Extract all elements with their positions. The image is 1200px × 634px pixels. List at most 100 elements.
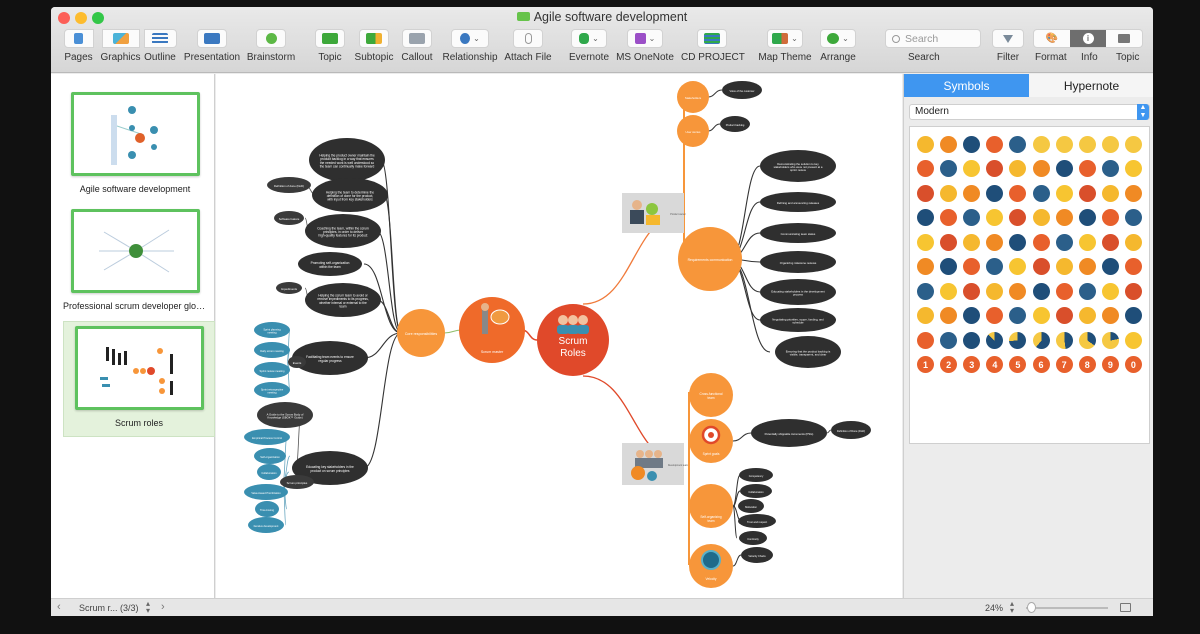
- star-icon[interactable]: [963, 184, 981, 202]
- hourglass-icon[interactable]: [940, 135, 958, 153]
- chat-icon[interactable]: [940, 184, 958, 202]
- relationship-button[interactable]: ⌄ Relationship: [441, 29, 499, 71]
- flag-icon[interactable]: [1032, 307, 1050, 325]
- 8-icon[interactable]: 8: [1078, 356, 1096, 374]
- 4-icon[interactable]: 4: [986, 356, 1004, 374]
- pie-heart-icon[interactable]: [1124, 160, 1142, 178]
- info-tab[interactable]: i: [1070, 30, 1106, 47]
- page-thumbnail-1[interactable]: Agile software development: [63, 92, 207, 202]
- man-icon[interactable]: [1124, 282, 1142, 300]
- bar-chart-3-icon[interactable]: [963, 160, 981, 178]
- folder-icon[interactable]: [986, 233, 1004, 251]
- subtopic-button[interactable]: Subtopic: [353, 29, 395, 71]
- done-icon[interactable]: [1124, 331, 1142, 349]
- lightning-icon[interactable]: [1032, 184, 1050, 202]
- keyboard-icon[interactable]: [1124, 233, 1142, 251]
- lock-icon[interactable]: [917, 233, 935, 251]
- info-icon[interactable]: [940, 307, 958, 325]
- record-icon[interactable]: [1032, 258, 1050, 276]
- pin-blue-icon[interactable]: [986, 209, 1004, 227]
- edit-icon[interactable]: [1009, 233, 1027, 251]
- evernote-button[interactable]: ⌄ Evernote: [567, 29, 611, 71]
- pie-62-icon[interactable]: [1009, 331, 1027, 349]
- camera-icon[interactable]: [986, 307, 1004, 325]
- tree-icon[interactable]: [1078, 258, 1096, 276]
- pause-icon[interactable]: [1032, 233, 1050, 251]
- cross-icon[interactable]: [1009, 135, 1027, 153]
- pin-orange-icon[interactable]: [1055, 209, 1073, 227]
- alarm-clock-icon[interactable]: [963, 135, 981, 153]
- user-icon[interactable]: [917, 307, 935, 325]
- runner-icon[interactable]: [1101, 307, 1119, 325]
- handshake-icon[interactable]: [1055, 258, 1073, 276]
- 5-icon[interactable]: 5: [1009, 356, 1027, 374]
- earth-icon[interactable]: [1124, 258, 1142, 276]
- magnifier-chart-icon[interactable]: [986, 160, 1004, 178]
- symbol-set-select[interactable]: Modern ▲ ▼: [909, 104, 1150, 120]
- pin-purple-icon[interactable]: [1032, 209, 1050, 227]
- pin-brown-icon[interactable]: [963, 209, 981, 227]
- 9-icon[interactable]: 9: [1101, 356, 1119, 374]
- previous-page-button[interactable]: ‹: [57, 601, 61, 613]
- 6-icon[interactable]: 6: [1032, 356, 1050, 374]
- pie-100-icon[interactable]: [963, 331, 981, 349]
- arrange-button[interactable]: ⌄ Arrange: [817, 29, 859, 71]
- leaf-icon[interactable]: [1101, 258, 1119, 276]
- calendar-10-icon[interactable]: [1009, 307, 1027, 325]
- org-chart-icon[interactable]: [963, 282, 981, 300]
- 7-icon[interactable]: 7: [1055, 356, 1073, 374]
- people-icon[interactable]: [940, 258, 958, 276]
- pin-yellow-icon[interactable]: [1101, 209, 1119, 227]
- zoom-slider-track[interactable]: [1026, 607, 1108, 609]
- bowl-icon[interactable]: [963, 307, 981, 325]
- eye-icon[interactable]: [917, 258, 935, 276]
- phone-icon[interactable]: [917, 184, 935, 202]
- pie-12-icon[interactable]: [1101, 331, 1119, 349]
- 1-icon[interactable]: 1: [917, 356, 935, 374]
- document-icon[interactable]: [963, 233, 981, 251]
- fit-page-icon[interactable]: [1120, 603, 1131, 612]
- key-icon[interactable]: [1055, 184, 1073, 202]
- person-globe-icon[interactable]: [1101, 160, 1119, 178]
- megaphone-icon[interactable]: [986, 258, 1004, 276]
- gear-icon[interactable]: [1055, 160, 1073, 178]
- picture-icon[interactable]: [1078, 233, 1096, 251]
- brainstorm-button[interactable]: Brainstorm: [246, 29, 296, 71]
- thumb-icon[interactable]: [1078, 160, 1096, 178]
- stop-icon[interactable]: [1101, 184, 1119, 202]
- nuclear-icon[interactable]: [1009, 184, 1027, 202]
- play-icon[interactable]: [940, 331, 958, 349]
- lock-star-icon[interactable]: [940, 233, 958, 251]
- 2-icon[interactable]: 2: [940, 356, 958, 374]
- zoom-slider-handle[interactable]: [1027, 602, 1037, 613]
- check-icon[interactable]: [986, 135, 1004, 153]
- outline-button[interactable]: Outline: [141, 29, 179, 71]
- presentation-icon[interactable]: [917, 331, 935, 349]
- zoom-stepper-icon[interactable]: ▴ ▾: [1010, 600, 1014, 615]
- filter-button[interactable]: Filter: [991, 29, 1025, 71]
- euro-icon[interactable]: [917, 209, 935, 227]
- mail-globe-icon[interactable]: [917, 282, 935, 300]
- bar-chart-2-icon[interactable]: [940, 160, 958, 178]
- record-red-icon[interactable]: [1124, 307, 1142, 325]
- attach-file-button[interactable]: Attach File: [503, 29, 553, 71]
- lightbulb-icon[interactable]: [917, 135, 935, 153]
- dollar-icon[interactable]: [940, 209, 958, 227]
- mobile-icon[interactable]: [1009, 282, 1027, 300]
- pie-37-icon[interactable]: [1055, 331, 1073, 349]
- ok-icon[interactable]: [1101, 282, 1119, 300]
- bar-chart-1-icon[interactable]: [917, 160, 935, 178]
- mail-icon[interactable]: [940, 282, 958, 300]
- format-tab[interactable]: 🎨: [1034, 30, 1070, 47]
- next-page-button[interactable]: ›: [161, 601, 165, 613]
- refresh-icon[interactable]: [963, 258, 981, 276]
- page-stepper-icon[interactable]: ▴ ▾: [146, 600, 150, 615]
- no-entry-icon[interactable]: [1124, 184, 1142, 202]
- tab-symbols[interactable]: Symbols: [904, 74, 1029, 97]
- search-input[interactable]: Search: [885, 29, 981, 48]
- page-thumbnail-2[interactable]: Professional scrum developer glos...: [63, 209, 207, 319]
- topic-tab[interactable]: [1106, 30, 1142, 47]
- angry-icon[interactable]: [1124, 135, 1142, 153]
- thumbs-down-icon[interactable]: [1078, 282, 1096, 300]
- confused-icon[interactable]: [1101, 135, 1119, 153]
